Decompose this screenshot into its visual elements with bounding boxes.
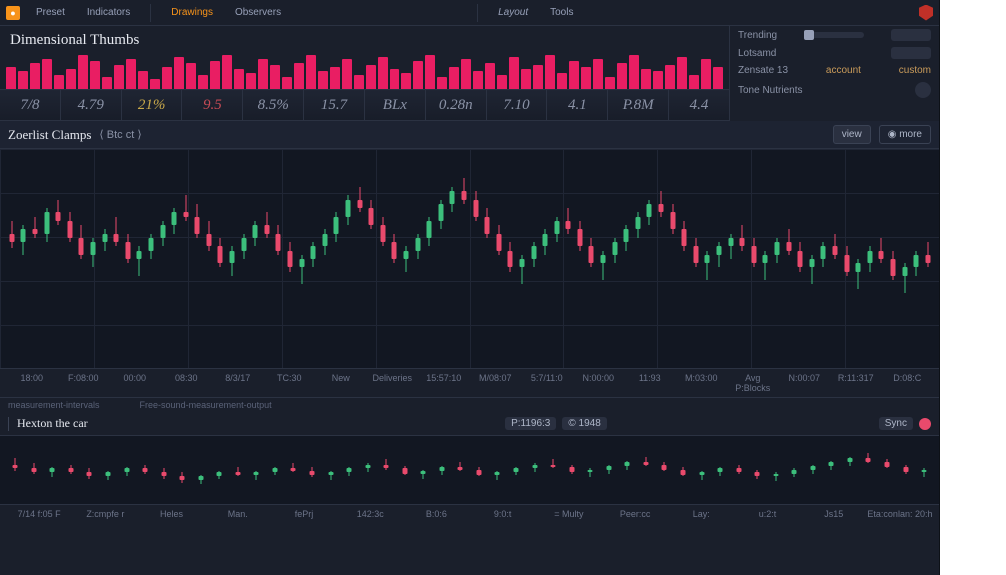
secondary-header: Hexton the car P:1196:3 © 1948 Sync — [0, 412, 939, 435]
ticker-cell[interactable]: 8.5% — [243, 90, 304, 120]
ticker-cell[interactable]: 9.5 — [182, 90, 243, 120]
sync-button[interactable]: Sync — [879, 417, 913, 430]
nav-layout[interactable]: Layout — [492, 5, 534, 20]
chart-title: Zoerlist Clamps — [8, 127, 91, 143]
nav-separator — [477, 4, 478, 22]
chart-symbol[interactable]: ⟨ Btc ct ⟩ — [99, 128, 141, 141]
ticker-cell[interactable]: 4.79 — [61, 90, 122, 120]
side-zensate: Zensate 13 — [738, 65, 788, 76]
ticker-strip: 7/84.7921%9.58.5%15.7BLx0.28n7.104.1P.8M… — [0, 89, 729, 121]
nav-indicators[interactable]: Indicators — [81, 5, 136, 20]
footnote-left: measurement-intervals — [8, 400, 100, 410]
main-candlestick-chart[interactable] — [0, 149, 939, 369]
ticker-cell[interactable]: 4.1 — [547, 90, 608, 120]
ticker-cell[interactable]: 0.28n — [426, 90, 487, 120]
pill — [891, 29, 931, 41]
ticker-cell[interactable]: 21% — [122, 90, 183, 120]
side-tone: Tone Nutrients — [738, 85, 802, 96]
side-link-account[interactable]: account — [826, 65, 861, 76]
sec-tag1[interactable]: P:1196:3 — [505, 417, 556, 430]
nav-drawings[interactable]: Drawings — [165, 5, 219, 20]
nav-separator — [150, 4, 151, 22]
ticker-cell[interactable]: 7/8 — [0, 90, 61, 120]
ticker-cell[interactable]: 15.7 — [304, 90, 365, 120]
ticker-cell[interactable]: 7.10 — [487, 90, 548, 120]
brand-icon[interactable]: ● — [6, 6, 20, 20]
sec-title: Hexton the car — [17, 416, 88, 431]
view-button[interactable]: view — [833, 125, 871, 144]
footnote: measurement-intervals Free-sound-measure… — [0, 398, 939, 412]
nav-tools[interactable]: Tools — [544, 5, 579, 20]
side-trending: Trending — [738, 30, 777, 41]
ticker-cell[interactable]: P.8M — [608, 90, 669, 120]
shield-icon[interactable] — [919, 5, 933, 21]
avatar[interactable] — [915, 82, 931, 98]
page-title: Dimensional Thumbs — [0, 26, 729, 51]
footnote-right: Free-sound-measurement-output — [140, 400, 272, 410]
secondary-x-axis: 7/14 f:05 FZ:cmpfe rHelesMan.fePrj142:3c… — [0, 505, 939, 519]
slider[interactable] — [804, 32, 864, 38]
alert-icon[interactable] — [919, 418, 931, 430]
side-link-custom[interactable]: custom — [899, 65, 931, 76]
main-x-axis: 18:00F:08:0000:0008:308/3/17TC:30NewDeli… — [0, 369, 939, 398]
sec-tag2[interactable]: © 1948 — [562, 417, 606, 430]
secondary-candlestick-chart[interactable] — [0, 435, 939, 505]
side-lots: Lotsamd — [738, 48, 776, 59]
nav-observers[interactable]: Observers — [229, 5, 287, 20]
nav-preset[interactable]: Preset — [30, 5, 71, 20]
v-separator — [8, 417, 9, 431]
pill — [891, 47, 931, 59]
main-toolbar: Zoerlist Clamps ⟨ Btc ct ⟩ view ◉ more — [0, 121, 939, 149]
ticker-cell[interactable]: 4.4 — [669, 90, 729, 120]
side-panel: Trending Lotsamd Zensate 13 account custom… — [729, 26, 939, 121]
more-button[interactable]: ◉ more — [879, 125, 931, 144]
top-nav: ● Preset Indicators Drawings Observers L… — [0, 0, 939, 26]
ticker-cell[interactable]: BLx — [365, 90, 426, 120]
volume-histogram — [0, 51, 729, 89]
